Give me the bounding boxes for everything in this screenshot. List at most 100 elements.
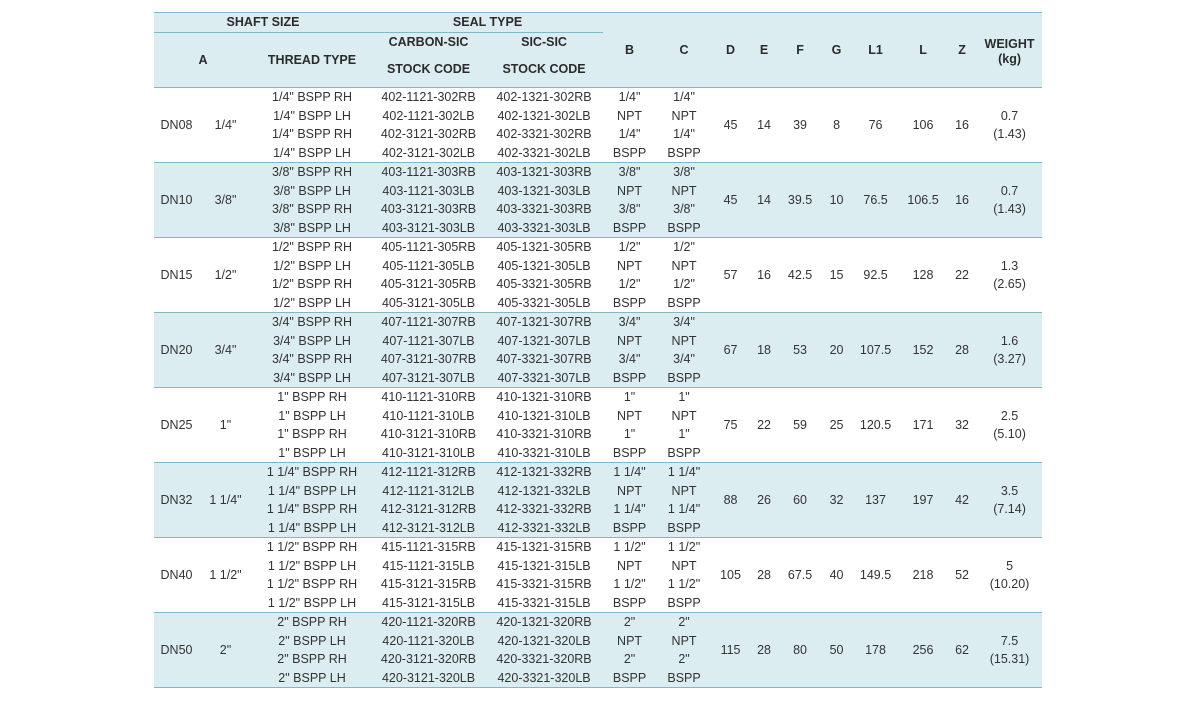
header-l: L — [899, 12, 948, 88]
thread-type: 3/8" BSPP LH — [252, 218, 373, 238]
dim-c: 1 1/4" NPT — [656, 462, 713, 500]
shaft-size-a: 1/2" — [199, 237, 252, 313]
carbon-sic-stock-code: 410-1121-310RB — [372, 387, 486, 407]
sic-sic-stock-code: 412-3321-332RB — [485, 500, 604, 519]
dim-c-size: 1/2" — [673, 277, 695, 291]
header-weight-unit: (kg) — [998, 52, 1021, 67]
thread-type: 1 1/4" BSPP RH — [252, 500, 373, 519]
dim-c: 2" NPT — [656, 612, 713, 650]
sic-sic-stock-code: 412-1321-332LB — [485, 481, 604, 500]
carbon-sic-stock-code: 412-1121-312RB — [372, 462, 486, 482]
carbon-sic-stock-code: 410-3121-310LB — [372, 443, 486, 463]
thread-type: 1" BSPP LH — [252, 443, 373, 463]
carbon-sic-stock-code: 407-1121-307LB — [372, 331, 486, 350]
dim-b: 1/2" BSPP — [603, 275, 657, 313]
sic-sic-stock-code: 405-3321-305RB — [485, 275, 604, 294]
dim-c-size: 3/4" — [673, 315, 695, 329]
dim-b-type: NPT — [617, 333, 643, 348]
dim-l1: 120.5 — [852, 387, 900, 463]
thread-type: 1/2" BSPP RH — [252, 237, 373, 257]
sic-sic-stock-code: 410-3321-310LB — [485, 443, 604, 463]
dim-l: 106.5 — [899, 162, 948, 238]
carbon-sic-stock-code: 415-3121-315LB — [372, 593, 486, 613]
dim-b: 1 1/4" BSPP — [603, 500, 657, 538]
thread-type: 3/8" BSPP RH — [252, 162, 373, 182]
carbon-sic-stock-code: 405-3121-305LB — [372, 293, 486, 313]
sic-sic-stock-code: 410-1321-310RB — [485, 387, 604, 407]
dim-z: 32 — [947, 387, 978, 463]
weight-kg: 5 — [1006, 558, 1014, 573]
dim-e: 28 — [749, 612, 780, 688]
shaft-size-a: 2" — [199, 612, 252, 688]
dim-c-type: NPT — [671, 333, 697, 348]
sic-sic-stock-code: 415-3321-315LB — [485, 593, 604, 613]
dim-b-type: BSPP — [612, 370, 647, 385]
dn-size: DN20 — [154, 312, 199, 388]
dim-c-size: 1 1/4" — [667, 465, 701, 479]
dim-c-size: 2" — [678, 652, 690, 666]
sic-sic-stock-code: 410-1321-310LB — [485, 406, 604, 425]
dim-b-type: BSPP — [612, 595, 647, 610]
header-sic-sic: SIC-SIC — [485, 32, 604, 52]
carbon-sic-stock-code: 403-3121-303RB — [372, 200, 486, 219]
table-row: DN08 1/4" 1/4" BSPP RH 402-1121-302RB 402-13… — [154, 87, 1043, 163]
thread-type: 1" BSPP RH — [252, 425, 373, 444]
dim-l: 152 — [899, 312, 948, 388]
dim-c-type: BSPP — [667, 445, 701, 460]
dim-b-size: 1 1/2" — [613, 540, 646, 554]
carbon-sic-stock-code: 412-3121-312LB — [372, 518, 486, 538]
dim-e: 28 — [749, 537, 780, 613]
carbon-sic-stock-code: 415-3121-315RB — [372, 575, 486, 594]
spec-table-container: SHAFT SIZE SEAL TYPE B C D E F G L1 L Z … — [154, 12, 1043, 688]
dim-c-size: 3/8" — [673, 165, 695, 179]
thread-type: 1" BSPP LH — [252, 406, 373, 425]
thread-type: 2" BSPP LH — [252, 668, 373, 688]
dim-f: 39.5 — [779, 162, 822, 238]
dim-c: 3/8" BSPP — [656, 200, 713, 238]
dim-c-size: 1/4" — [673, 127, 695, 141]
header-carbon-sic: CARBON-SIC — [372, 32, 486, 52]
dim-c-type: BSPP — [667, 145, 701, 160]
dim-l1: 137 — [852, 462, 900, 538]
dim-b-size: 1/4" — [618, 90, 641, 104]
dim-g: 50 — [821, 612, 853, 688]
dim-z: 22 — [947, 237, 978, 313]
thread-type: 1 1/4" BSPP LH — [252, 481, 373, 500]
dim-c-type: NPT — [671, 183, 697, 198]
dim-c: 1" NPT — [656, 387, 713, 425]
sic-sic-stock-code: 415-1321-315RB — [485, 537, 604, 557]
dim-l: 256 — [899, 612, 948, 688]
dn-size: DN25 — [154, 387, 199, 463]
table-body: DN08 1/4" 1/4" BSPP RH 402-1121-302RB 402-13… — [154, 87, 1043, 688]
dim-l: 106 — [899, 87, 948, 163]
weight: 0.7 (1.43) — [977, 87, 1043, 163]
dim-b: 1/4" NPT — [603, 87, 657, 125]
carbon-sic-stock-code: 410-3121-310RB — [372, 425, 486, 444]
weight: 7.5 (15.31) — [977, 612, 1043, 688]
shaft-size-a: 1 1/2" — [199, 537, 252, 613]
dim-e: 18 — [749, 312, 780, 388]
dim-l1: 76 — [852, 87, 900, 163]
carbon-sic-stock-code: 407-3121-307RB — [372, 350, 486, 369]
weight-kg: 1.3 — [1000, 258, 1019, 273]
sic-sic-stock-code: 407-3321-307RB — [485, 350, 604, 369]
weight: 2.5 (5.10) — [977, 387, 1043, 463]
dim-c-size: 1 1/4" — [667, 502, 701, 516]
dim-d: 45 — [712, 87, 750, 163]
spec-table: SHAFT SIZE SEAL TYPE B C D E F G L1 L Z … — [154, 12, 1043, 688]
weight-kg: 7.5 — [1000, 633, 1019, 648]
dn-size: DN08 — [154, 87, 199, 163]
shaft-size-a: 1/4" — [199, 87, 252, 163]
dim-l1: 76.5 — [852, 162, 900, 238]
carbon-sic-stock-code: 420-3121-320LB — [372, 668, 486, 688]
dim-c: 1/2" BSPP — [656, 275, 713, 313]
dim-c-size: 3/8" — [673, 202, 695, 216]
dim-l1: 149.5 — [852, 537, 900, 613]
header-seal-type: SEAL TYPE — [372, 12, 604, 33]
dn-size: DN50 — [154, 612, 199, 688]
sic-sic-stock-code: 412-3321-332LB — [485, 518, 604, 538]
sic-sic-stock-code: 415-1321-315LB — [485, 556, 604, 575]
dim-e: 26 — [749, 462, 780, 538]
table-row: DN15 1/2" 1/2" BSPP RH 405-1121-305RB 405-13… — [154, 237, 1043, 313]
carbon-sic-stock-code: 415-1121-315LB — [372, 556, 486, 575]
